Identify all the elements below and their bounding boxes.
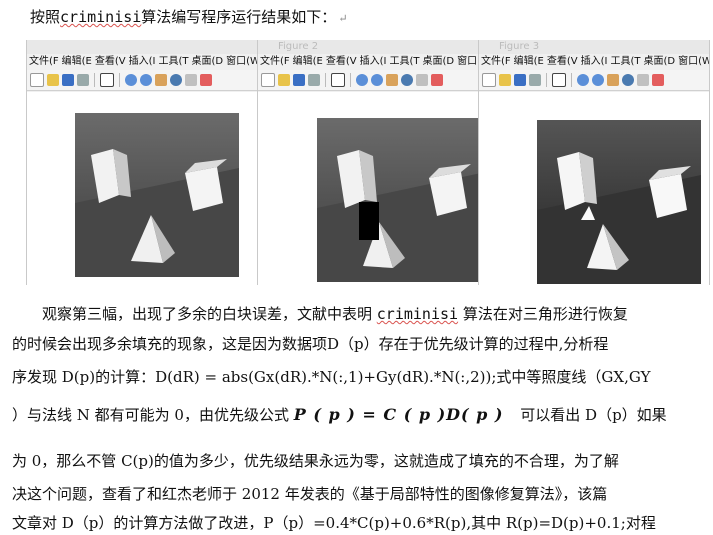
pan-icon[interactable] — [155, 74, 167, 86]
intro-keyword: criminisi — [60, 8, 142, 26]
menu-insert[interactable]: 插入(I — [360, 54, 390, 70]
rotate-icon[interactable] — [401, 74, 413, 86]
menu-view[interactable]: 查看(V — [326, 54, 360, 70]
return-mark: ↵ — [338, 12, 348, 25]
menu-window[interactable]: 窗口(W — [678, 54, 709, 70]
menu-file[interactable]: 文件(F — [29, 54, 62, 70]
intro-line: 按照criminisi算法编写程序运行结果如下： ↵ — [30, 6, 348, 27]
menu-desktop[interactable]: 桌面(D — [192, 54, 227, 70]
pan-icon[interactable] — [386, 74, 398, 86]
save-icon[interactable] — [62, 74, 74, 86]
figure-title: Figure 3 — [479, 40, 709, 54]
menu-insert[interactable]: 插入(I — [581, 54, 611, 70]
print-icon[interactable] — [308, 74, 320, 86]
menu-bar: 文件(F 编辑(E 查看(V 插入(I 工具(T 桌面(D 窗口(W — [479, 54, 709, 70]
brush-icon[interactable] — [431, 74, 443, 86]
menu-desktop[interactable]: 桌面(D — [644, 54, 679, 70]
toolbar — [479, 70, 709, 91]
menu-desktop[interactable]: 桌面(D — [423, 54, 458, 70]
print-icon[interactable] — [529, 74, 541, 86]
zoom-in-icon[interactable] — [125, 74, 137, 86]
menu-view[interactable]: 查看(V — [95, 54, 129, 70]
figure-title: Figure 2 — [258, 40, 481, 54]
figure-window-3: Figure 3 文件(F 编辑(E 查看(V 插入(I 工具(T 桌面(D 窗… — [478, 40, 710, 285]
menu-bar: 文件(F 编辑(E 查看(V 插入(I 工具(T 桌面(D 窗口(W — [258, 54, 481, 70]
paragraph-line-4: ）与法线 N 都有可能为 0，由优先级公式 P ( p ) = C ( p )D… — [12, 405, 667, 424]
save-icon[interactable] — [293, 74, 305, 86]
paragraph-line-6: 决这个问题，查看了和红杰老师于 2012 年发表的《基于局部特性的图像修复算法》… — [12, 485, 608, 503]
intro-suffix: 算法编写程序运行结果如下： — [141, 8, 337, 26]
menu-bar: 文件(F 编辑(E 查看(V 插入(I 工具(T 桌面(D 窗口(W — [27, 54, 263, 70]
pointer-icon[interactable] — [331, 73, 345, 87]
open-folder-icon[interactable] — [499, 74, 511, 86]
new-file-icon[interactable] — [261, 73, 275, 87]
toolbar — [27, 70, 263, 91]
open-folder-icon[interactable] — [278, 74, 290, 86]
menu-view[interactable]: 查看(V — [547, 54, 581, 70]
menu-tools[interactable]: 工具(T — [159, 54, 192, 70]
zoom-out-icon[interactable] — [371, 74, 383, 86]
rotate-icon[interactable] — [170, 74, 182, 86]
mask-region — [359, 202, 379, 240]
data-cursor-icon[interactable] — [416, 74, 428, 86]
figure-canvas — [27, 92, 263, 285]
menu-tools[interactable]: 工具(T — [611, 54, 644, 70]
keyword-criminisi: criminisi — [376, 305, 459, 323]
pointer-icon[interactable] — [100, 73, 114, 87]
save-icon[interactable] — [514, 74, 526, 86]
rotate-icon[interactable] — [622, 74, 634, 86]
menu-file[interactable]: 文件(F — [260, 54, 293, 70]
print-icon[interactable] — [77, 74, 89, 86]
menu-tools[interactable]: 工具(T — [390, 54, 423, 70]
brush-icon[interactable] — [200, 74, 212, 86]
menu-insert[interactable]: 插入(I — [129, 54, 159, 70]
toolbar — [258, 70, 481, 91]
figure-canvas — [479, 92, 709, 285]
paragraph-line-2: 的时候会出现多余填充的现象，这是因为数据项D（p）存在于优先级计算的过程中,分析… — [12, 335, 609, 353]
paragraph-line-3: 序发现 D(p)的计算：D(dR) = abs(Gx(dR).*N(:,1)+G… — [12, 368, 651, 386]
pan-icon[interactable] — [607, 74, 619, 86]
paragraph-line-5: 为 0，那么不管 C(p)的值为多少，优先级结果永远为零，这就造成了填充的不合理… — [12, 452, 619, 470]
zoom-in-icon[interactable] — [577, 74, 589, 86]
new-file-icon[interactable] — [30, 73, 44, 87]
paragraph-line-1: 观察第三幅，出现了多余的白块误差，文献中表明 criminisi 算法在对三角形… — [42, 305, 628, 323]
open-folder-icon[interactable] — [47, 74, 59, 86]
data-cursor-icon[interactable] — [637, 74, 649, 86]
priority-formula: P ( p ) = C ( p )D( p ) — [293, 405, 504, 424]
figure-window-2: Figure 2 文件(F 编辑(E 查看(V 插入(I 工具(T 桌面(D 窗… — [257, 40, 482, 285]
figure-canvas — [258, 92, 481, 285]
menu-file[interactable]: 文件(F — [481, 54, 514, 70]
brush-icon[interactable] — [652, 74, 664, 86]
intro-prefix: 按照 — [30, 8, 61, 26]
data-cursor-icon[interactable] — [185, 74, 197, 86]
pointer-icon[interactable] — [552, 73, 566, 87]
figure-window-1: 文件(F 编辑(E 查看(V 插入(I 工具(T 桌面(D 窗口(W — [26, 40, 264, 285]
menu-edit[interactable]: 编辑(E — [293, 54, 326, 70]
pyramid-photo-original — [75, 113, 239, 277]
figure-title — [27, 40, 263, 54]
paragraph-line-7: 文章对 D（p）的计算方法做了改进，P（p）=0.4*C(p)+0.6*R(p)… — [12, 514, 656, 532]
zoom-out-icon[interactable] — [140, 74, 152, 86]
new-file-icon[interactable] — [482, 73, 496, 87]
menu-edit[interactable]: 编辑(E — [514, 54, 547, 70]
zoom-in-icon[interactable] — [356, 74, 368, 86]
menu-edit[interactable]: 编辑(E — [62, 54, 95, 70]
zoom-out-icon[interactable] — [592, 74, 604, 86]
pyramid-photo-masked — [317, 118, 481, 282]
pyramid-photo-restored — [537, 120, 701, 284]
